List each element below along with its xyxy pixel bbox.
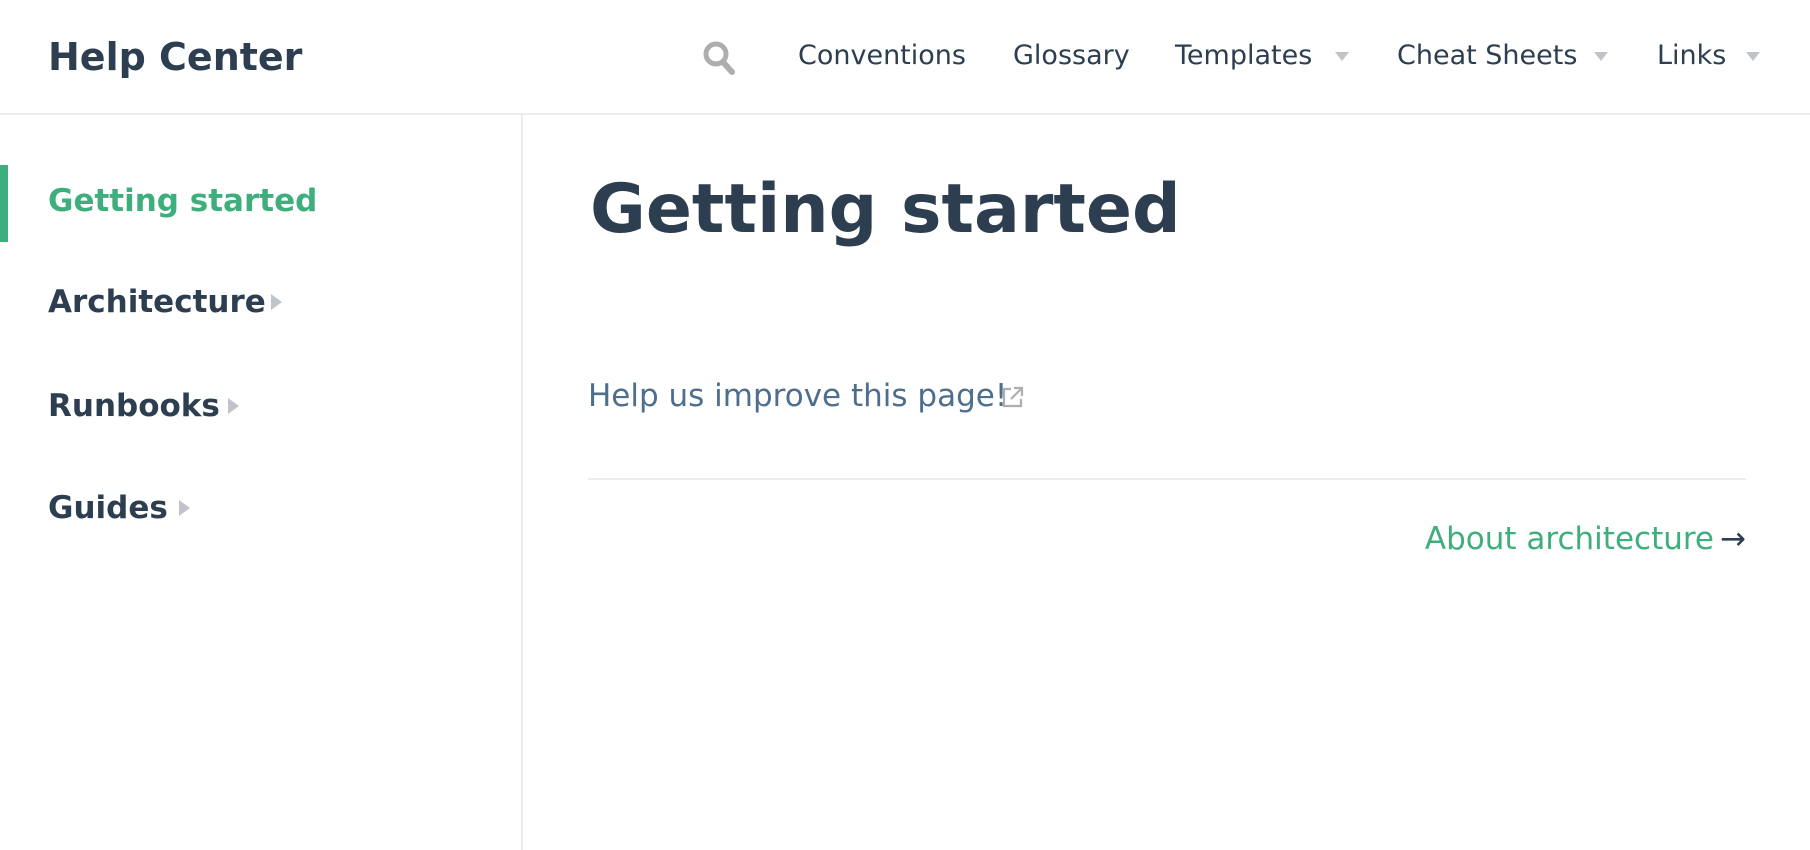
- page-divider: [588, 478, 1746, 480]
- sidebar-item-guides[interactable]: Guides: [48, 488, 168, 528]
- search-icon[interactable]: [702, 40, 736, 76]
- sidebar-item-getting-started[interactable]: Getting started: [48, 181, 317, 221]
- sidebar-item-architecture[interactable]: Architecture: [48, 282, 266, 322]
- arrow-right-icon: →: [1720, 521, 1746, 557]
- next-page-link[interactable]: About architecture →: [1425, 519, 1746, 559]
- next-page-label: About architecture: [1424, 521, 1715, 557]
- site-title-link[interactable]: Help Center: [48, 34, 302, 80]
- chevron-right-icon[interactable]: [228, 398, 239, 414]
- nav-item-cheat-sheets[interactable]: Cheat Sheets: [1397, 36, 1577, 76]
- nav-item-conventions[interactable]: Conventions: [798, 36, 966, 76]
- chevron-down-icon[interactable]: [1594, 52, 1608, 61]
- chevron-down-icon[interactable]: [1335, 52, 1349, 61]
- edit-page-link[interactable]: Help us improve this page!: [588, 376, 1007, 416]
- chevron-right-icon[interactable]: [271, 294, 282, 310]
- top-navbar: Help Center Conventions Glossary Templat…: [0, 0, 1810, 115]
- sidebar-item-runbooks[interactable]: Runbooks: [48, 386, 220, 426]
- active-indicator: [0, 165, 8, 242]
- external-link-icon: [1001, 385, 1025, 409]
- nav-item-glossary[interactable]: Glossary: [1013, 36, 1130, 76]
- chevron-right-icon[interactable]: [179, 500, 190, 516]
- page-title: Getting started: [590, 170, 1181, 249]
- nav-item-links[interactable]: Links: [1657, 36, 1726, 76]
- sidebar: Getting started Architecture Runbooks Gu…: [0, 115, 523, 850]
- chevron-down-icon[interactable]: [1746, 52, 1760, 61]
- nav-item-templates[interactable]: Templates: [1175, 36, 1312, 76]
